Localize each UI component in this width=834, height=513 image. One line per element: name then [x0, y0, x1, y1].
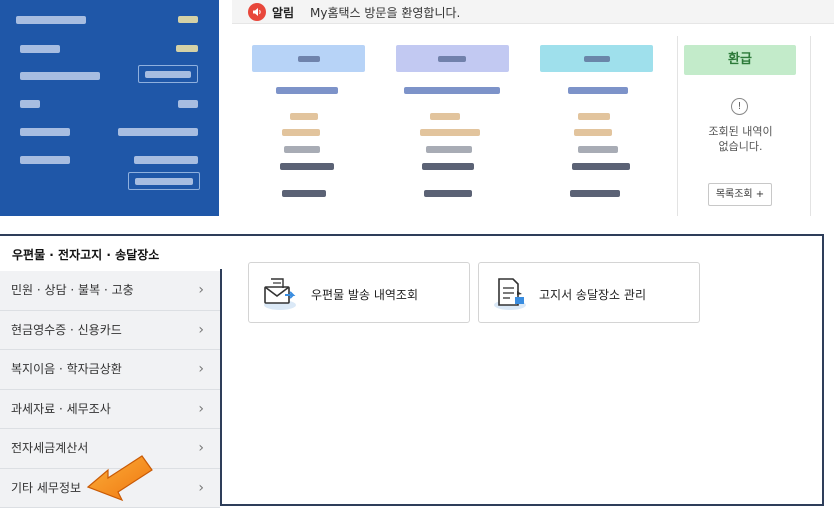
notice-address-card[interactable]: 고지서 송달장소 관리	[478, 262, 700, 323]
chevron-right-icon: ›	[198, 361, 204, 377]
chevron-right-icon: ›	[198, 440, 204, 456]
menu-item-label: 복지이음 · 학자금상환	[11, 362, 122, 376]
status-column-header	[396, 45, 509, 72]
chevron-right-icon: ›	[198, 282, 204, 298]
refund-empty-text: 조회된 내역이 없습니다.	[693, 124, 788, 154]
menu-item-label: 과세자료 · 세무조사	[11, 401, 111, 416]
refund-empty-line: 없습니다.	[718, 140, 763, 153]
menu-item-welfare[interactable]: 복지이음 · 학자금상환 ›	[0, 350, 220, 390]
notice-title: 알림	[272, 6, 295, 20]
chevron-right-icon: ›	[198, 321, 204, 338]
refund-empty-line: 조회된 내역이	[708, 125, 773, 138]
panel-mini-button[interactable]	[138, 65, 198, 83]
panel-row[interactable]	[14, 152, 203, 168]
notice-bar: 알림 My홈택스 방문을 환영합니다.	[232, 0, 834, 24]
mail-send-icon	[261, 275, 299, 311]
menu-item-label: 현금영수증 · 신용카드	[11, 322, 122, 337]
speaker-icon	[248, 3, 266, 21]
document-location-icon	[491, 275, 529, 311]
card-label: 고지서 송달장소 관리	[539, 288, 646, 302]
panel-row[interactable]	[14, 96, 203, 112]
menu-item-civil-complaint[interactable]: 민원 · 상담 · 불복 · 고충 ›	[0, 271, 220, 311]
menu-item-tax-audit[interactable]: 과세자료 · 세무조사 ›	[0, 389, 220, 429]
list-view-button[interactable]: 목록조회 +	[708, 183, 772, 206]
info-icon: !	[731, 98, 748, 115]
panel-row	[14, 12, 203, 28]
mail-history-card[interactable]: 우편물 발송 내역조회	[248, 262, 470, 323]
menu-item-label: 기타 세무정보	[11, 480, 82, 495]
panel-row[interactable]	[14, 41, 203, 57]
section-title: 우편물 · 전자고지 · 송달장소	[12, 248, 160, 262]
user-info-panel	[0, 0, 219, 216]
status-column-header	[540, 45, 653, 72]
panel-row[interactable]	[14, 124, 203, 140]
notice-message: My홈택스 방문을 환영합니다.	[310, 6, 461, 20]
status-column-header	[252, 45, 365, 72]
panel-row[interactable]	[14, 65, 203, 84]
menu-item-label: 전자세금계산서	[11, 441, 89, 455]
menu-item-cash-receipt[interactable]: 현금영수증 · 신용카드 ›	[0, 310, 220, 350]
chevron-right-icon: ›	[198, 479, 204, 496]
chevron-right-icon: ›	[198, 400, 204, 417]
pointer-arrow-icon	[82, 450, 160, 506]
menu-item-label: 민원 · 상담 · 불복 · 고충	[11, 283, 134, 297]
refund-header: 환급	[684, 45, 796, 75]
panel-mini-button[interactable]	[128, 172, 200, 190]
card-label: 우편물 발송 내역조회	[311, 288, 418, 302]
